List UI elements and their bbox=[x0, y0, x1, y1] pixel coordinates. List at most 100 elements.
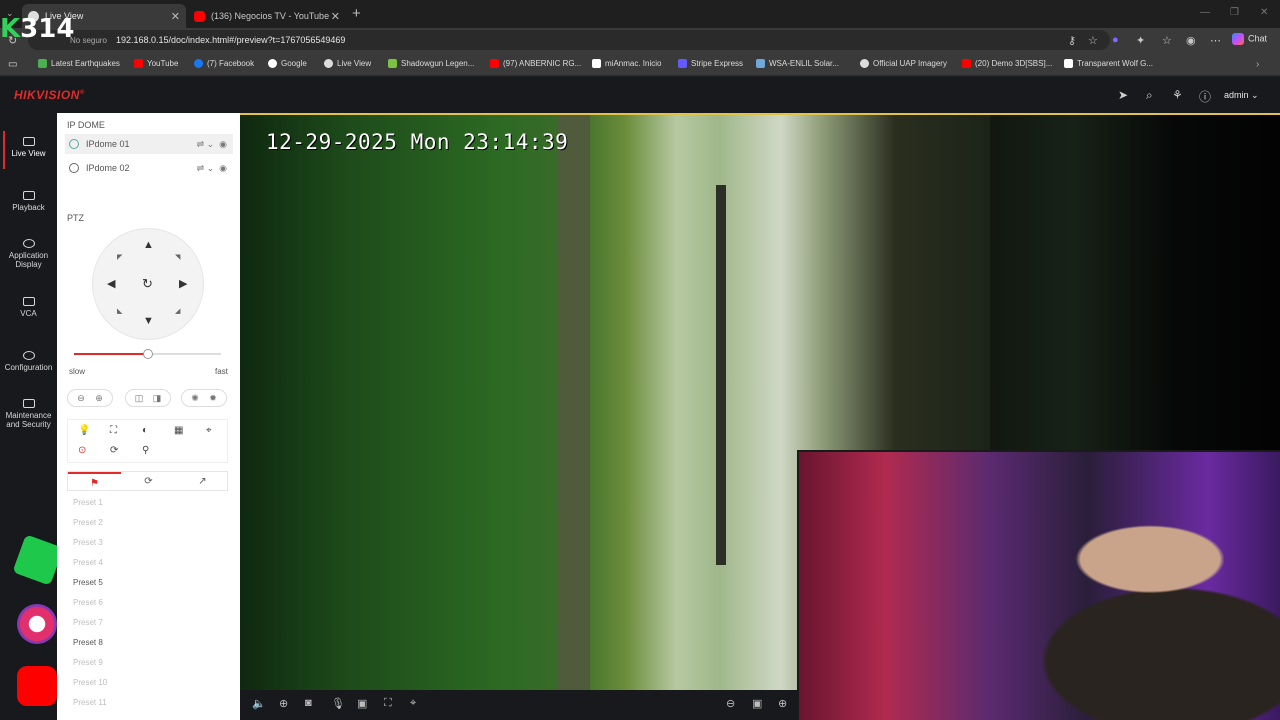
preset-item[interactable]: Preset 2 bbox=[73, 518, 103, 527]
camera-tools[interactable]: ⇌ ⌄ ◉ bbox=[197, 163, 227, 174]
bookmark-uap[interactable]: Official UAP Imagery bbox=[860, 59, 947, 68]
preset-item[interactable]: Preset 5 bbox=[73, 578, 103, 587]
user-menu[interactable]: admin ⌄ bbox=[1224, 90, 1259, 101]
manual-deicing-icon[interactable]: ⚲ bbox=[142, 445, 149, 456]
send-icon[interactable]: ➤ bbox=[1118, 88, 1128, 102]
chevron-down-icon: ⌄ bbox=[1251, 90, 1259, 100]
capture-icon[interactable]: ◙ bbox=[305, 697, 312, 709]
bookmark-shadowgun[interactable]: Shadowgun Legen... bbox=[388, 59, 474, 68]
url-text[interactable]: 192.168.0.15/doc/index.html#/preview?t=1… bbox=[116, 35, 345, 45]
tab-patrols[interactable]: ⟳ bbox=[122, 472, 175, 491]
preset-item[interactable]: Preset 4 bbox=[73, 558, 103, 567]
ptz-up-icon[interactable]: ▲ bbox=[143, 239, 154, 251]
window-close-icon[interactable]: ✕ bbox=[1260, 7, 1268, 18]
preset-item[interactable]: Preset 7 bbox=[73, 618, 103, 627]
sidebar-toggle-icon[interactable]: ▭ bbox=[8, 59, 17, 70]
bookmark-anbernic[interactable]: (97) ANBERNIC RG... bbox=[490, 59, 581, 68]
audio-icon[interactable]: 🔈 bbox=[252, 697, 266, 710]
bookmark-wsa-enlil[interactable]: WSA-ENLIL Solar... bbox=[756, 59, 839, 68]
ptz-left-icon[interactable]: ◀ bbox=[107, 277, 115, 290]
new-tab-plus-icon[interactable]: + bbox=[352, 5, 361, 22]
tab-patterns[interactable]: ↗ bbox=[176, 472, 229, 491]
preset-item[interactable]: Preset 1 bbox=[73, 498, 103, 507]
nav-application-display[interactable]: Application Display bbox=[0, 239, 57, 269]
iris-close-icon[interactable]: ✺ bbox=[191, 393, 199, 404]
minimize-icon[interactable]: — bbox=[1200, 7, 1210, 18]
previous-icon[interactable]: ⊖ bbox=[726, 697, 735, 710]
flag-icon: ⚑ bbox=[90, 478, 99, 489]
bookmark-youtube[interactable]: YouTube bbox=[134, 59, 178, 68]
bookmark-live-view[interactable]: Live View bbox=[324, 59, 371, 68]
preset-item[interactable]: Preset 11 bbox=[73, 698, 107, 707]
extensions-icon[interactable]: ✦ bbox=[1136, 34, 1145, 47]
one-touch-park-icon[interactable]: ⟳ bbox=[110, 445, 118, 456]
ptz-auto-rotate-icon[interactable]: ↻ bbox=[142, 276, 153, 292]
bookmark-google[interactable]: Google bbox=[268, 59, 307, 68]
profile-avatar-icon[interactable]: ◉ bbox=[1186, 34, 1196, 47]
camera-item[interactable]: IPdome 02 ⇌ ⌄ ◉ bbox=[65, 158, 233, 178]
preset-item[interactable]: Preset 6 bbox=[73, 598, 103, 607]
wizard-icon[interactable]: ⚘ bbox=[1172, 88, 1183, 102]
wiper-icon[interactable]: ◐ bbox=[142, 425, 148, 436]
camera-tools[interactable]: ⇌ ⌄ ◉ bbox=[197, 139, 227, 150]
ptz-down-left-icon[interactable]: ◣ bbox=[117, 307, 122, 315]
ptz-down-icon[interactable]: ▼ bbox=[143, 315, 154, 327]
close-tab-icon[interactable]: ✕ bbox=[331, 10, 340, 23]
tab-youtube[interactable]: (136) Negocios TV - YouTube ✕ bbox=[188, 4, 346, 28]
next-icon[interactable]: ⊕ bbox=[778, 697, 787, 710]
bookmark-latest-earthquakes[interactable]: Latest Earthquakes bbox=[38, 59, 120, 68]
chat-button[interactable]: Chat bbox=[1232, 33, 1267, 45]
security-label[interactable]: No seguro bbox=[70, 36, 107, 45]
light-icon[interactable]: 💡 bbox=[78, 425, 90, 436]
focus-near-icon[interactable]: ◫ bbox=[135, 393, 144, 404]
slider-knob[interactable] bbox=[142, 349, 153, 359]
close-tab-icon[interactable]: ✕ bbox=[171, 10, 180, 23]
manual-tracking-icon[interactable]: ⌖ bbox=[206, 425, 212, 436]
bookmark-stripe[interactable]: Stripe Express bbox=[678, 59, 743, 68]
ptz-right-icon[interactable]: ▶ bbox=[179, 277, 187, 290]
ptz-up-left-icon[interactable]: ◤ bbox=[117, 253, 122, 261]
bookmark-label: Stripe Express bbox=[691, 59, 744, 68]
zoom-out-icon[interactable]: ⊖ bbox=[77, 393, 85, 404]
nav-live-view[interactable]: Live View bbox=[0, 131, 57, 169]
search-icon[interactable]: ⌕ bbox=[1146, 88, 1153, 103]
window-layout-icon[interactable]: ▣ bbox=[752, 697, 762, 710]
preset-item[interactable]: Preset 10 bbox=[73, 678, 107, 687]
ptz-up-right-icon[interactable]: ◥ bbox=[175, 253, 180, 261]
key-icon[interactable]: ⚷ bbox=[1068, 34, 1076, 47]
favorites-icon[interactable]: ☆ bbox=[1162, 34, 1172, 47]
bookmark-demo-3d[interactable]: (20) Demo 3D[SBS]... bbox=[962, 59, 1052, 68]
bookmark-star-icon[interactable]: ☆ bbox=[1088, 34, 1098, 47]
snapshot-focus-icon[interactable]: ⌖ bbox=[410, 697, 416, 710]
3d-zoom-icon[interactable]: ⛶ bbox=[384, 697, 392, 710]
focus-far-icon[interactable]: ◨ bbox=[153, 393, 162, 404]
bookmark-mianmac[interactable]: miAnmac. Inicio bbox=[592, 59, 661, 68]
camera-group-title: IP DOME bbox=[67, 120, 105, 130]
preset-item[interactable]: Preset 9 bbox=[73, 658, 103, 667]
nav-configuration[interactable]: Configuration bbox=[0, 351, 57, 372]
zoom-in-icon[interactable]: ⊕ bbox=[95, 393, 103, 404]
digital-zoom-icon[interactable]: ⊕ bbox=[279, 697, 288, 710]
bookmarks-overflow-icon[interactable]: › bbox=[1256, 59, 1259, 70]
iris-open-icon[interactable]: ✹ bbox=[209, 393, 217, 404]
3d-positioning-icon[interactable]: ⛶ bbox=[110, 425, 117, 436]
more-menu-icon[interactable]: ⋯ bbox=[1210, 34, 1221, 47]
tab-presets[interactable]: ⚑ bbox=[68, 472, 121, 491]
bookmark-transparent-wolf[interactable]: Transparent Wolf G... bbox=[1064, 59, 1153, 68]
ptz-speed-slider[interactable] bbox=[74, 349, 221, 359]
nav-playback[interactable]: Playback bbox=[0, 191, 57, 212]
grid-icon[interactable]: ▦ bbox=[174, 425, 183, 436]
preset-item[interactable]: Preset 8 bbox=[73, 638, 103, 647]
info-icon[interactable]: ⓘ bbox=[1199, 88, 1211, 105]
ptz-down-right-icon[interactable]: ◢ bbox=[175, 307, 180, 315]
extension-shield-icon[interactable]: ● bbox=[1112, 34, 1119, 46]
maximize-icon[interactable]: ❐ bbox=[1230, 7, 1239, 18]
bookmark-facebook[interactable]: (7) Facebook bbox=[194, 59, 254, 68]
nav-maintenance-security[interactable]: Maintenance and Security bbox=[0, 399, 57, 429]
regional-focus-icon[interactable]: ⊙ bbox=[78, 445, 86, 456]
microphone-icon[interactable]: 🎙 bbox=[331, 697, 345, 710]
record-clip-icon[interactable]: ▣ bbox=[357, 697, 367, 710]
camera-item[interactable]: IPdome 01 ⇌ ⌄ ◉ bbox=[65, 134, 233, 154]
nav-vca[interactable]: VCA bbox=[0, 297, 57, 318]
preset-item[interactable]: Preset 3 bbox=[73, 538, 103, 547]
